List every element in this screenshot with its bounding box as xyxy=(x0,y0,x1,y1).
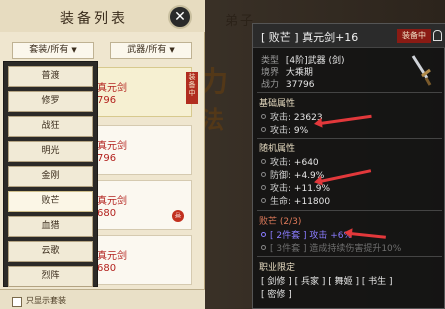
set-option[interactable]: 普渡 xyxy=(8,66,93,87)
set-filter-dropdown[interactable]: 套装/所有 ▼ xyxy=(12,42,94,59)
divider xyxy=(257,92,442,93)
type-filter-dropdown[interactable]: 武器/所有 ▼ xyxy=(110,42,192,59)
equipped-status-badge: 装备中 xyxy=(397,29,431,43)
divider xyxy=(257,210,442,211)
equipped-badge: 装备中 xyxy=(186,72,198,104)
chevron-down-icon: ▼ xyxy=(71,46,77,54)
item-power-row: 战力 37796 xyxy=(261,80,315,90)
set-option[interactable]: 烈阵 xyxy=(8,266,93,287)
set-option[interactable]: 败芒 xyxy=(8,191,93,212)
set-bonus-3: [ 3件套 ] 造成持续伤害提升10% xyxy=(261,241,401,254)
equipment-card[interactable]: 真元剑 680 xyxy=(88,180,192,230)
set-option[interactable]: 金刚 xyxy=(8,166,93,187)
equipment-list-panel: 装备列表 ✕ 套装/所有 ▼ 武器/所有 ▼ 真元剑 796 装备中 真元剑 796… xyxy=(0,0,205,309)
class-list: [ 剑修 ] [ 兵家 ] [ 舞姬 ] [ 书生 ] xyxy=(261,277,393,287)
set-option[interactable]: 战狂 xyxy=(8,116,93,137)
panel-title: 装备列表 xyxy=(60,11,128,27)
background-title: 弟子 xyxy=(225,14,256,29)
skull-icon: ☠ xyxy=(172,210,184,222)
close-button[interactable]: ✕ xyxy=(168,5,192,29)
lock-icon[interactable] xyxy=(433,30,442,41)
set-option[interactable]: 血猎 xyxy=(8,216,93,237)
set-option[interactable]: 明光 xyxy=(8,141,93,162)
show-set-label: 只显示套装 xyxy=(26,296,66,305)
show-set-checkbox[interactable] xyxy=(12,297,22,307)
panel-header: 装备列表 ✕ xyxy=(0,0,205,32)
detail-header: [ 败芒 ] 真元剑+16 装备中 xyxy=(253,24,445,48)
class-restriction-title: 职业限定 xyxy=(259,263,296,273)
set-bonus-title: 败芒 (2/3) xyxy=(259,217,302,227)
equipment-card[interactable]: 真元剑 680 xyxy=(88,235,192,285)
sword-icon xyxy=(411,55,432,86)
item-detail-panel: [ 败芒 ] 真元剑+16 装备中 类型 [4阶]武器 (剑) 境界 大乘期 战… xyxy=(252,23,445,309)
base-attributes-title: 基础属性 xyxy=(259,99,296,109)
base-attr-row: 攻击: 9% xyxy=(261,123,308,136)
set-option[interactable]: 云歌 xyxy=(8,241,93,262)
random-attr-row: 攻击: +640 xyxy=(261,155,319,168)
divider xyxy=(257,256,442,257)
close-icon: ✕ xyxy=(174,9,186,25)
set-filter-menu: 普渡 修罗 战狂 明光 金刚 败芒 血猎 云歌 烈阵 xyxy=(3,61,98,287)
set-bonus-2: [ 2件套 ] 攻击 +6% xyxy=(261,228,352,241)
equipment-card[interactable]: 真元剑 796 xyxy=(88,125,192,175)
item-title: [ 败芒 ] 真元剑+16 xyxy=(261,31,359,44)
chevron-down-icon: ▼ xyxy=(169,46,175,54)
divider xyxy=(257,138,442,139)
set-option[interactable]: 修罗 xyxy=(8,91,93,112)
random-attr-row: 生命: +11800 xyxy=(261,194,330,207)
random-attributes-title: 随机属性 xyxy=(259,144,296,154)
equipment-card[interactable]: 真元剑 796 xyxy=(88,67,192,117)
class-list: [ 密修 ] xyxy=(261,290,292,300)
footer-bar: 只显示套装 xyxy=(0,289,205,309)
